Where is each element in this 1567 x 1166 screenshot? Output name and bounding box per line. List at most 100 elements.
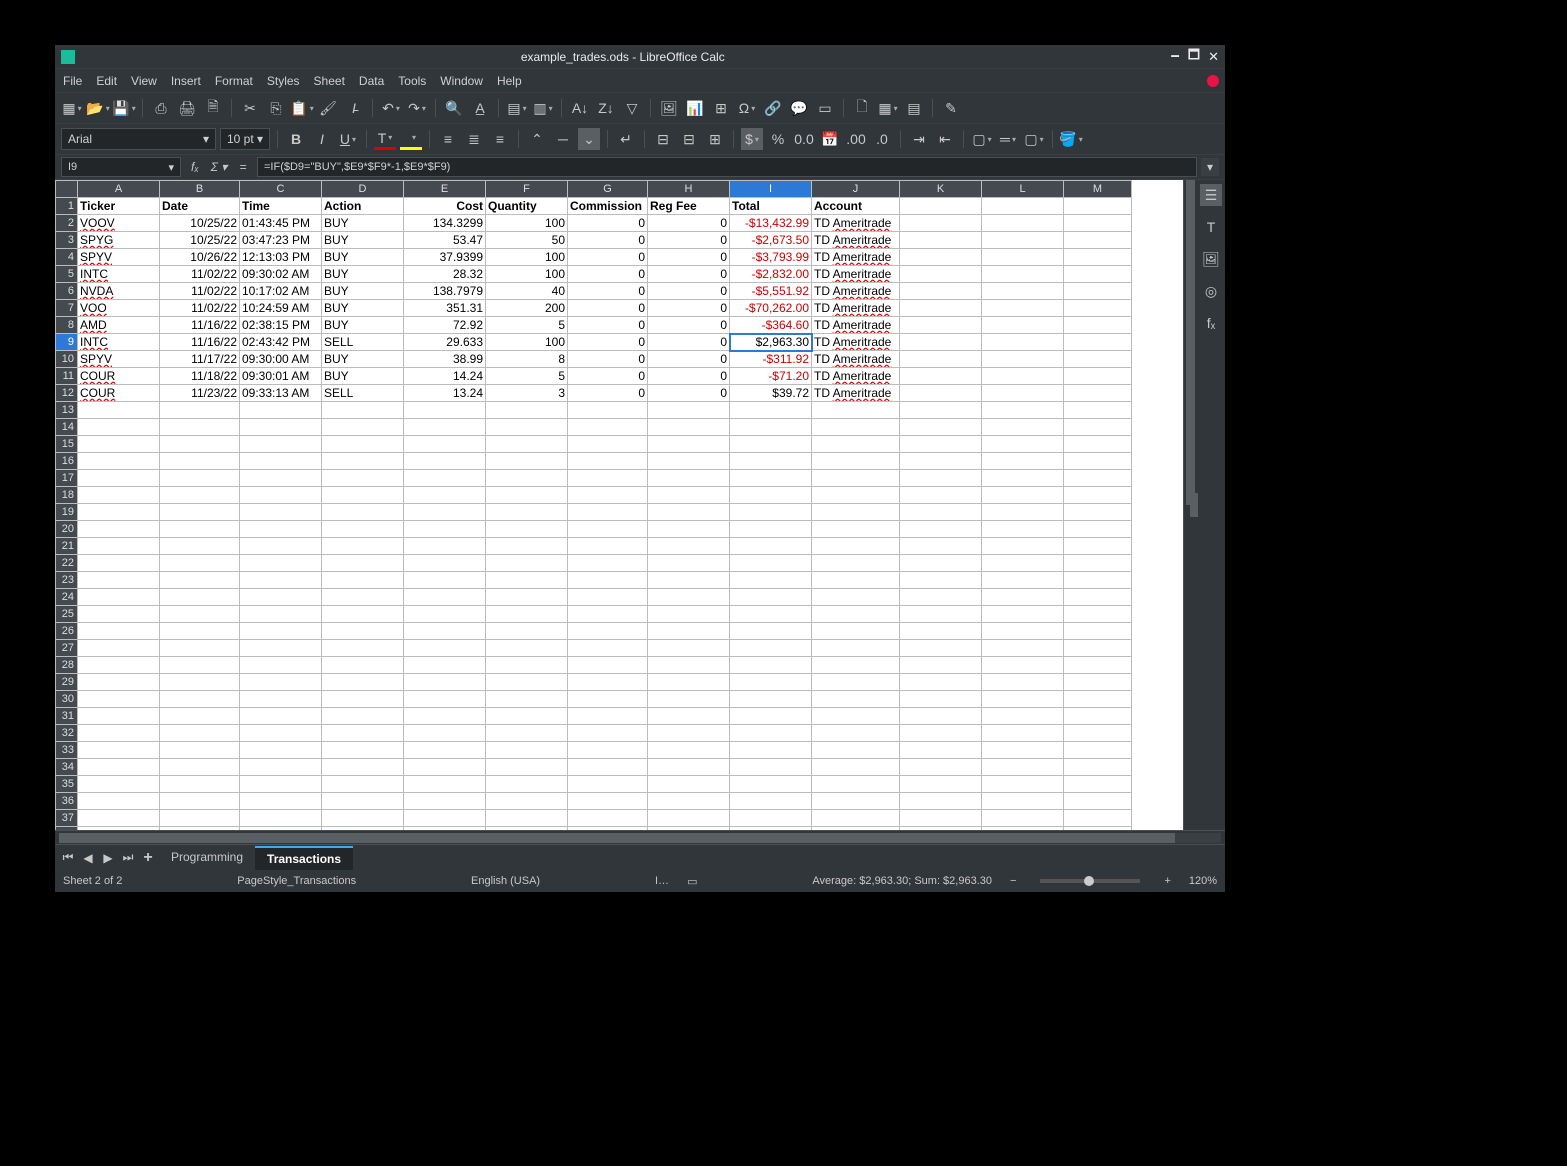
- cell-C1[interactable]: Time: [240, 198, 322, 215]
- print-preview-button[interactable]: 🗎: [202, 97, 224, 119]
- cell-I23[interactable]: [730, 572, 812, 589]
- grid[interactable]: ABCDEFGHIJKLM1TickerDateTimeActionCostQu…: [55, 180, 1183, 830]
- menu-edit[interactable]: Edit: [96, 74, 117, 88]
- cell-L34[interactable]: [982, 759, 1064, 776]
- cell-F11[interactable]: 5: [486, 368, 568, 385]
- cell-I13[interactable]: [730, 402, 812, 419]
- cell-E15[interactable]: [404, 436, 486, 453]
- cell-K30[interactable]: [900, 691, 982, 708]
- cell-H7[interactable]: 0: [648, 300, 730, 317]
- cell-K2[interactable]: [900, 215, 982, 232]
- zoom-slider[interactable]: [1040, 879, 1140, 883]
- cell-G2[interactable]: 0: [568, 215, 648, 232]
- cell-F5[interactable]: 100: [486, 266, 568, 283]
- cell-B7[interactable]: 11/02/22: [160, 300, 240, 317]
- cell-A34[interactable]: [78, 759, 160, 776]
- cell-I8[interactable]: -$364.60: [730, 317, 812, 334]
- cell-K14[interactable]: [900, 419, 982, 436]
- col-header-A[interactable]: A: [78, 181, 160, 198]
- col-header-E[interactable]: E: [404, 181, 486, 198]
- horizontal-scrollbar[interactable]: [55, 830, 1225, 844]
- cell-C15[interactable]: [240, 436, 322, 453]
- paste-button[interactable]: 📋: [291, 97, 313, 119]
- cell-M6[interactable]: [1064, 283, 1132, 300]
- cell-M29[interactable]: [1064, 674, 1132, 691]
- cell-C6[interactable]: 10:17:02 AM: [240, 283, 322, 300]
- cell-F7[interactable]: 200: [486, 300, 568, 317]
- highlight-color-button[interactable]: [400, 128, 422, 150]
- cell-K37[interactable]: [900, 810, 982, 827]
- cell-K21[interactable]: [900, 538, 982, 555]
- cell-I2[interactable]: -$13,432.99: [730, 215, 812, 232]
- menu-help[interactable]: Help: [497, 74, 522, 88]
- cell-L3[interactable]: [982, 232, 1064, 249]
- cell-E8[interactable]: 72.92: [404, 317, 486, 334]
- cell-L38[interactable]: [982, 827, 1064, 831]
- cell-J37[interactable]: [812, 810, 900, 827]
- cell-M12[interactable]: [1064, 385, 1132, 402]
- close-doc-icon[interactable]: [1207, 75, 1219, 87]
- cell-J33[interactable]: [812, 742, 900, 759]
- cell-K16[interactable]: [900, 453, 982, 470]
- row-header-38[interactable]: 38: [56, 827, 78, 831]
- cell-D38[interactable]: [322, 827, 404, 831]
- cell-D27[interactable]: [322, 640, 404, 657]
- currency-button[interactable]: $: [741, 128, 763, 150]
- cell-J9[interactable]: TD Ameritrade: [812, 334, 900, 351]
- cell-M35[interactable]: [1064, 776, 1132, 793]
- row-header-23[interactable]: 23: [56, 572, 78, 589]
- menu-format[interactable]: Format: [215, 74, 253, 88]
- cell-J7[interactable]: TD Ameritrade: [812, 300, 900, 317]
- cell-M21[interactable]: [1064, 538, 1132, 555]
- col-header-F[interactable]: F: [486, 181, 568, 198]
- cell-F9[interactable]: 100: [486, 334, 568, 351]
- cell-I6[interactable]: -$5,551.92: [730, 283, 812, 300]
- cell-A27[interactable]: [78, 640, 160, 657]
- cell-L27[interactable]: [982, 640, 1064, 657]
- cell-H9[interactable]: 0: [648, 334, 730, 351]
- status-language[interactable]: English (USA): [471, 875, 540, 887]
- col-header-G[interactable]: G: [568, 181, 648, 198]
- sum-button[interactable]: Σ ▾: [209, 157, 229, 177]
- cell-B15[interactable]: [160, 436, 240, 453]
- cell-D8[interactable]: BUY: [322, 317, 404, 334]
- cell-A24[interactable]: [78, 589, 160, 606]
- cell-L35[interactable]: [982, 776, 1064, 793]
- cell-B36[interactable]: [160, 793, 240, 810]
- cell-H5[interactable]: 0: [648, 266, 730, 283]
- split-window-button[interactable]: ▤: [903, 97, 925, 119]
- cell-H21[interactable]: [648, 538, 730, 555]
- cell-I4[interactable]: -$3,793.99: [730, 249, 812, 266]
- cell-C8[interactable]: 02:38:15 PM: [240, 317, 322, 334]
- col-header-J[interactable]: J: [812, 181, 900, 198]
- cell-K34[interactable]: [900, 759, 982, 776]
- cell-I11[interactable]: -$71.20: [730, 368, 812, 385]
- align-center-button[interactable]: ≣: [463, 128, 485, 150]
- zoom-thumb[interactable]: [1084, 876, 1094, 886]
- cell-I25[interactable]: [730, 606, 812, 623]
- find-button[interactable]: 🔍: [443, 97, 465, 119]
- cell-A5[interactable]: INTC: [78, 266, 160, 283]
- cell-B20[interactable]: [160, 521, 240, 538]
- cell-B23[interactable]: [160, 572, 240, 589]
- cell-G12[interactable]: 0: [568, 385, 648, 402]
- cell-H31[interactable]: [648, 708, 730, 725]
- cell-J28[interactable]: [812, 657, 900, 674]
- cell-F32[interactable]: [486, 725, 568, 742]
- align-top-button[interactable]: ⌃: [526, 128, 548, 150]
- cell-B32[interactable]: [160, 725, 240, 742]
- cell-A12[interactable]: COUR: [78, 385, 160, 402]
- cell-G15[interactable]: [568, 436, 648, 453]
- image-button[interactable]: 🖼: [658, 97, 680, 119]
- cell-M27[interactable]: [1064, 640, 1132, 657]
- cell-M19[interactable]: [1064, 504, 1132, 521]
- cell-D7[interactable]: BUY: [322, 300, 404, 317]
- cell-H27[interactable]: [648, 640, 730, 657]
- cell-E34[interactable]: [404, 759, 486, 776]
- status-aggregate[interactable]: Average: $2,963.30; Sum: $2,963.30: [812, 875, 992, 887]
- cell-C24[interactable]: [240, 589, 322, 606]
- row-header-28[interactable]: 28: [56, 657, 78, 674]
- decrease-indent-button[interactable]: ⇤: [934, 128, 956, 150]
- cell-G10[interactable]: 0: [568, 351, 648, 368]
- minimize-button[interactable]: 🗕: [1171, 46, 1180, 68]
